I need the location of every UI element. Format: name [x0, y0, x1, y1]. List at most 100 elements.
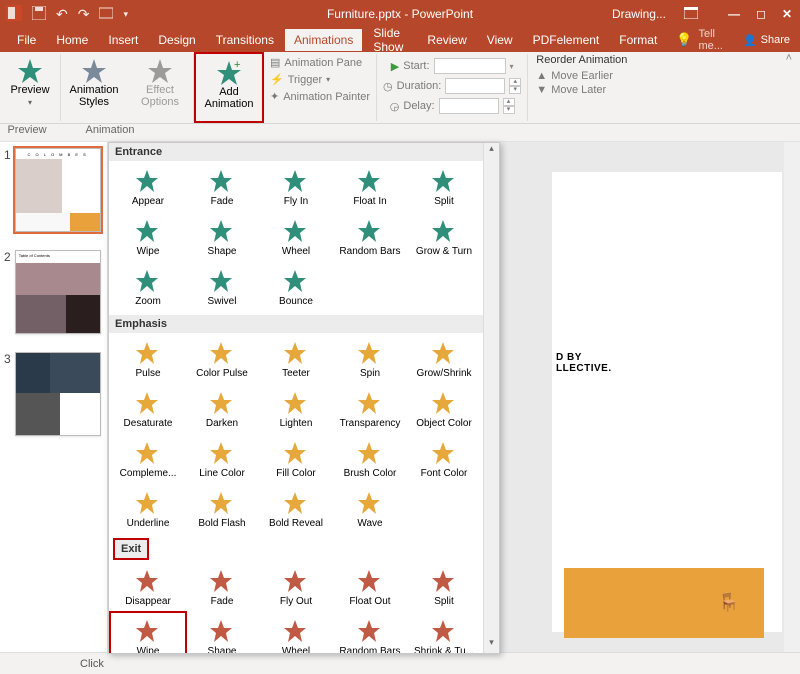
anim-darken[interactable]: Darken [185, 385, 259, 435]
tab-insert[interactable]: Insert [99, 29, 147, 51]
duration-label: Duration: [397, 80, 442, 92]
ribbon: Preview ▾ Animation Styles Effect Option… [0, 52, 800, 124]
effect-options-button[interactable]: Effect Options [133, 54, 187, 108]
move-earlier-button[interactable]: ▲ Move Earlier [536, 70, 627, 82]
anim-wheel[interactable]: Wheel [259, 613, 333, 654]
qat-dropdown-icon[interactable]: ▾ [123, 9, 128, 20]
status-click-label: Click [80, 658, 104, 670]
window-title: Furniture.pptx - PowerPoint [327, 7, 473, 21]
delay-label: Delay: [403, 100, 434, 112]
delay-input[interactable] [439, 98, 499, 114]
start-dropdown[interactable] [434, 58, 506, 74]
ribbon-tabs: File Home Insert Design Transitions Anim… [0, 28, 800, 52]
anim-lighten[interactable]: Lighten [259, 385, 333, 435]
anim-shape[interactable]: Shape [185, 213, 259, 263]
anim-shape[interactable]: Shape [185, 613, 259, 654]
vertical-scrollbar[interactable] [784, 142, 800, 652]
anim-fill-color[interactable]: Fill Color [259, 435, 333, 485]
minimize-icon[interactable]: — [728, 7, 740, 21]
duration-spinner[interactable]: ▴▾ [509, 78, 521, 94]
anim-appear[interactable]: Appear [111, 163, 185, 213]
tab-transitions[interactable]: Transitions [207, 29, 283, 51]
delay-control[interactable]: ◶ Delay: ▴▾ [390, 98, 515, 114]
anim-line-color[interactable]: Line Color [185, 435, 259, 485]
duration-control[interactable]: ◷ Duration: ▴▾ [383, 78, 521, 94]
anim-object-color[interactable]: Object Color [407, 385, 481, 435]
ribbon-display-options-icon[interactable] [684, 7, 698, 22]
delay-spinner[interactable]: ▴▾ [503, 98, 515, 114]
add-animation-button[interactable]: + Add Animation [202, 56, 256, 110]
dropdown-scrollbar[interactable]: ▴ ▾ [483, 143, 499, 653]
slide-text: D BY LLECTIVE. [556, 352, 612, 374]
animation-styles-label: Animation Styles [70, 85, 119, 108]
tab-file[interactable]: File [8, 29, 45, 51]
tab-home[interactable]: Home [47, 29, 97, 51]
anim-shrink-tu-[interactable]: Shrink & Tu... [407, 613, 481, 654]
animation-styles-button[interactable]: Animation Styles [67, 54, 121, 108]
move-later-button[interactable]: ▼ Move Later [536, 84, 627, 96]
anim-split[interactable]: Split [407, 163, 481, 213]
anim-fade[interactable]: Fade [185, 163, 259, 213]
undo-icon[interactable]: ↶ [56, 6, 68, 23]
anim-zoom[interactable]: Zoom [111, 263, 185, 313]
anim-float-in[interactable]: Float In [333, 163, 407, 213]
scroll-up-icon[interactable]: ▴ [484, 143, 499, 159]
anim-grow-turn[interactable]: Grow & Turn [407, 213, 481, 263]
preview-button[interactable]: Preview ▾ [6, 54, 54, 107]
maximize-icon[interactable]: ◻ [756, 7, 766, 21]
anim-wipe[interactable]: Wipe [111, 213, 185, 263]
tab-view[interactable]: View [478, 29, 522, 51]
anim-fade[interactable]: Fade [185, 563, 259, 613]
anim-grow-shrink[interactable]: Grow/Shrink [407, 335, 481, 385]
animation-pane-button[interactable]: ▤ Animation Pane [270, 56, 370, 69]
scroll-down-icon[interactable]: ▾ [484, 637, 499, 653]
anim-swivel[interactable]: Swivel [185, 263, 259, 313]
save-icon[interactable] [32, 6, 46, 23]
anim-random-bars[interactable]: Random Bars [333, 213, 407, 263]
painter-icon: ✦ [270, 90, 279, 103]
anim-disappear[interactable]: Disappear [111, 563, 185, 613]
share-button[interactable]: 👤 Share [733, 34, 800, 47]
anim-float-out[interactable]: Float Out [333, 563, 407, 613]
anim-teeter[interactable]: Teeter [259, 335, 333, 385]
anim-wave[interactable]: Wave [333, 485, 407, 535]
trigger-button[interactable]: ⚡ Trigger ▾ [270, 73, 370, 86]
anim-transparency[interactable]: Transparency [333, 385, 407, 435]
start-control[interactable]: ▶ Start: ▾ [391, 58, 514, 74]
anim-color-pulse[interactable]: Color Pulse [185, 335, 259, 385]
trigger-icon: ⚡ [270, 73, 284, 86]
anim-fly-in[interactable]: Fly In [259, 163, 333, 213]
anim-random-bars[interactable]: Random Bars [333, 613, 407, 654]
anim-bounce[interactable]: Bounce [259, 263, 333, 313]
anim-bold-reveal[interactable]: Bold Reveal [259, 485, 333, 535]
close-icon[interactable]: ✕ [782, 7, 792, 21]
anim-compleme-[interactable]: Compleme... [111, 435, 185, 485]
anim-split[interactable]: Split [407, 563, 481, 613]
anim-spin[interactable]: Spin [333, 335, 407, 385]
anim-bold-flash[interactable]: Bold Flash [185, 485, 259, 535]
tab-animations[interactable]: Animations [285, 29, 362, 51]
anim-pulse[interactable]: Pulse [111, 335, 185, 385]
anim-brush-color[interactable]: Brush Color [333, 435, 407, 485]
slide-number: 1 [4, 148, 11, 232]
anim-desaturate[interactable]: Desaturate [111, 385, 185, 435]
anim-fly-out[interactable]: Fly Out [259, 563, 333, 613]
tab-pdfelement[interactable]: PDFelement [524, 29, 609, 51]
redo-icon[interactable]: ↷ [78, 6, 90, 23]
start-from-beginning-icon[interactable] [99, 6, 113, 23]
slide-thumbnail-1[interactable]: C O L O M B E S [15, 148, 101, 232]
duration-input[interactable] [445, 78, 505, 94]
anim-underline[interactable]: Underline [111, 485, 185, 535]
anim-wipe[interactable]: Wipe [111, 613, 185, 654]
tab-review[interactable]: Review [418, 29, 475, 51]
tab-design[interactable]: Design [149, 29, 204, 51]
anim-wheel[interactable]: Wheel [259, 213, 333, 263]
animation-painter-button[interactable]: ✦ Animation Painter [270, 90, 370, 103]
tab-format[interactable]: Format [610, 29, 666, 51]
tell-me[interactable]: 💡 Tell me... [668, 28, 731, 52]
collapse-ribbon-icon[interactable]: ˄ [786, 52, 800, 123]
section-exit: Exit [113, 538, 149, 560]
slide-thumbnail-2[interactable]: Table of Contents [15, 250, 101, 334]
anim-font-color[interactable]: Font Color [407, 435, 481, 485]
slide-thumbnail-3[interactable] [15, 352, 101, 436]
